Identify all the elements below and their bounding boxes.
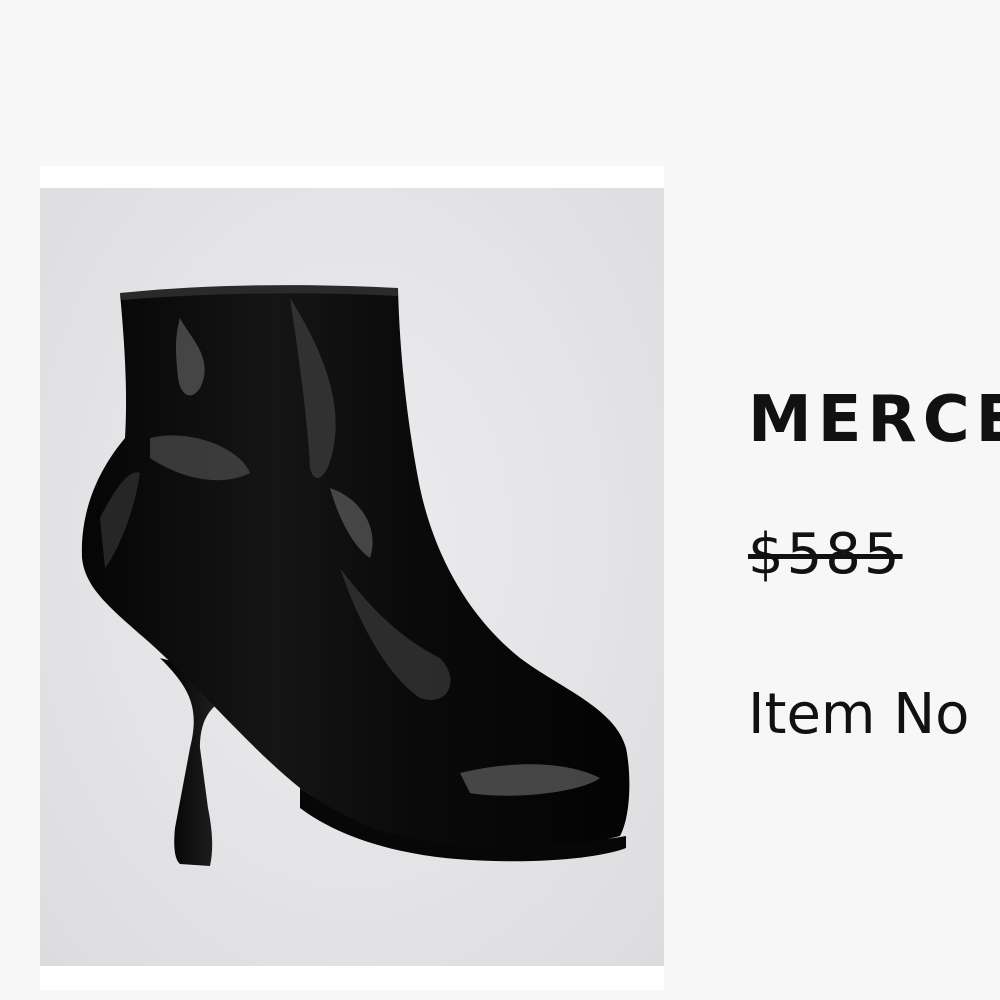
- product-title[interactable]: MERCE: [748, 380, 1000, 460]
- product-image[interactable]: [40, 188, 664, 966]
- product-price-original: $585: [748, 522, 903, 587]
- boot-illustration: [81, 285, 630, 866]
- product-image-card[interactable]: [40, 166, 664, 990]
- item-number-label: Item No: [748, 682, 970, 747]
- product-page: MERCE $585 Item No: [0, 0, 1000, 1000]
